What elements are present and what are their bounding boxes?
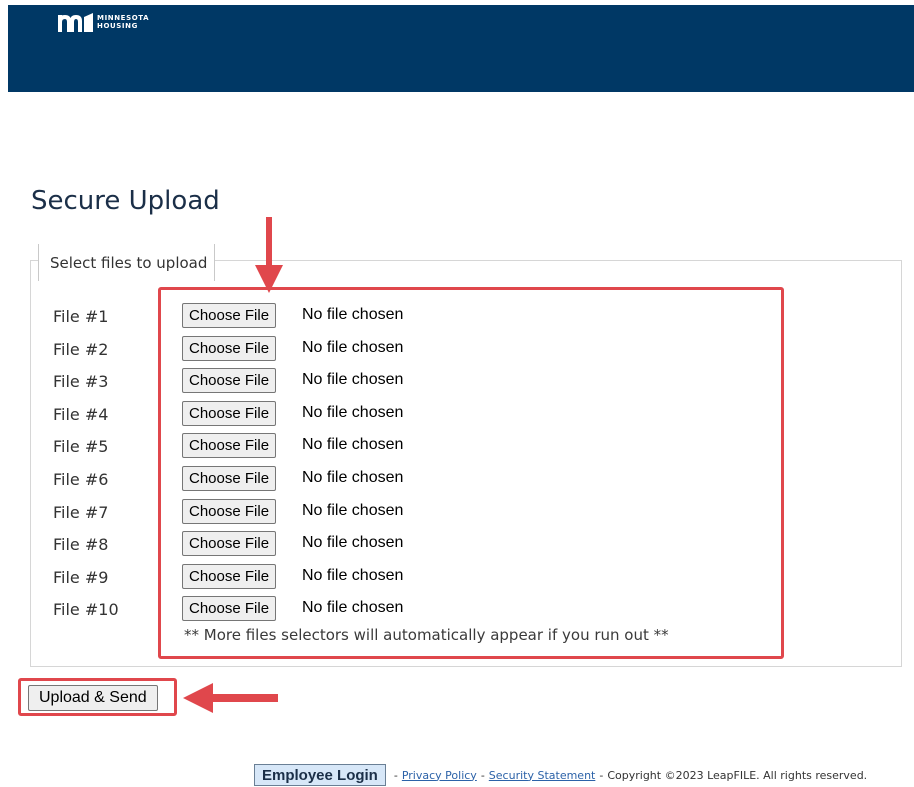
footer-separator: -: [393, 768, 398, 782]
file-label: File #4: [53, 405, 109, 424]
highlight-box-file-selectors: [158, 287, 784, 659]
page-title: Secure Upload: [31, 186, 220, 216]
footer-separator: -: [599, 768, 604, 782]
footer: Employee Login - Privacy Policy - Securi…: [254, 764, 867, 786]
file-label: File #2: [53, 340, 109, 359]
logo-line-1: MINNESOTA: [97, 14, 150, 22]
file-label: File #3: [53, 372, 109, 391]
fieldset-legend: Select files to upload: [38, 244, 216, 281]
legend-label: Select files to upload: [50, 253, 208, 272]
file-label: File #7: [53, 503, 109, 522]
file-label: File #6: [53, 470, 109, 489]
privacy-policy-link[interactable]: Privacy Policy: [402, 769, 477, 782]
upload-send-button[interactable]: Upload & Send: [28, 685, 158, 711]
minnesota-housing-logo[interactable]: MINNESOTA HOUSING: [58, 13, 149, 32]
file-label: File #9: [53, 568, 109, 587]
footer-separator: -: [480, 768, 485, 782]
file-label: File #1: [53, 307, 109, 326]
file-label: File #5: [53, 437, 109, 456]
site-header: MINNESOTA HOUSING: [8, 5, 914, 92]
logo-line-2: HOUSING: [97, 22, 138, 30]
copyright-text: Copyright ©2023 LeapFILE. All rights res…: [607, 768, 868, 782]
file-label: File #8: [53, 535, 109, 554]
file-label: File #10: [53, 600, 119, 619]
left-arrow-icon: [183, 683, 278, 713]
security-statement-link[interactable]: Security Statement: [489, 769, 596, 782]
logo-m-icon: [58, 13, 93, 32]
down-arrow-icon: [255, 217, 283, 293]
employee-login-button[interactable]: Employee Login: [254, 764, 386, 786]
